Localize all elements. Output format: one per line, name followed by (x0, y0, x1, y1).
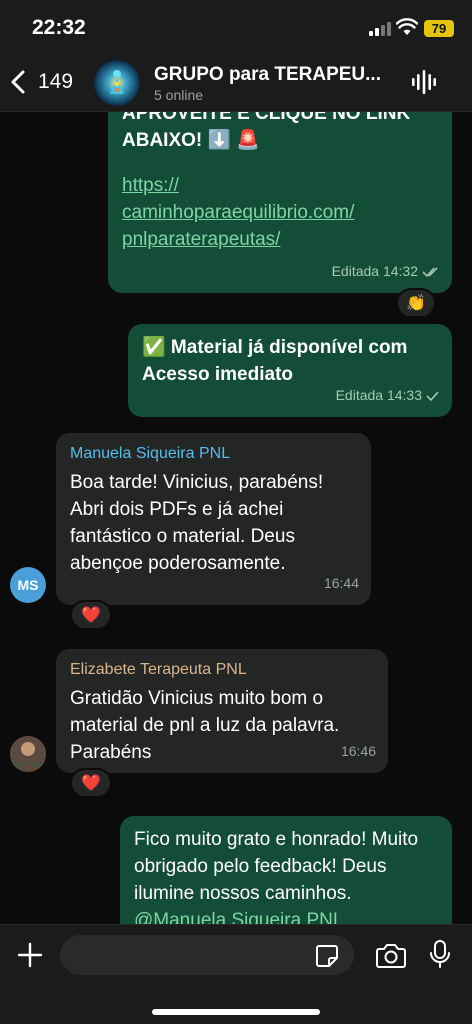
audio-call-icon[interactable] (410, 68, 438, 96)
message-input[interactable] (60, 935, 354, 975)
message-link[interactable]: caminhoparaequilibrio.com/ (122, 199, 438, 226)
message-time: 16:44 (323, 575, 359, 591)
sender-name[interactable]: Manuela Siqueira PNL (70, 443, 357, 465)
message-text: ✅ Material já disponível com Acesso imed… (142, 337, 408, 385)
home-indicator (152, 1009, 320, 1015)
message-bubble[interactable]: Elizabete Terapeuta PNL Gratidão Viniciu… (56, 649, 388, 773)
sender-name[interactable]: Elizabete Terapeuta PNL (70, 659, 374, 681)
chevron-left-icon (11, 70, 25, 94)
avatar[interactable] (10, 736, 46, 772)
read-receipt-icon (422, 266, 438, 277)
reaction-badge[interactable]: 👏 (396, 288, 436, 318)
message-time: 16:46 (340, 743, 376, 759)
reaction-badge[interactable]: ❤️ (70, 768, 112, 798)
group-avatar[interactable] (94, 60, 140, 106)
wifi-icon (396, 18, 418, 35)
status-time: 22:32 (32, 16, 86, 39)
chat-area[interactable]: APROVEITE E CLIQUE NO LINK ABAIXO! ⬇️ 🚨 … (0, 112, 472, 924)
message-link[interactable]: pnlparaterapeutas/ (122, 226, 438, 253)
microphone-icon[interactable] (428, 939, 452, 969)
battery-indicator: 79 (424, 20, 454, 37)
reaction-badge[interactable]: ❤️ (70, 600, 112, 630)
message-bubble[interactable]: APROVEITE E CLIQUE NO LINK ABAIXO! ⬇️ 🚨 … (108, 112, 452, 293)
plus-icon[interactable] (16, 941, 44, 969)
unread-count: 149 (38, 70, 74, 93)
chat-title[interactable]: GRUPO para TERAPEU... (154, 64, 402, 86)
sent-check-icon (426, 390, 439, 401)
sticker-icon[interactable] (314, 943, 340, 969)
chat-header: 149 GRUPO para TERAPEU... 5 online (0, 54, 472, 112)
message-text: Gratidão Vinicius muito bom o material d… (70, 688, 340, 763)
message-bubble[interactable]: ✅ Material já disponível com Acesso imed… (128, 324, 452, 417)
message-composer (0, 924, 472, 1024)
message-meta: Editada 14:33 (336, 382, 440, 409)
status-bar: 22:32 79 (0, 0, 472, 54)
message-meta: Editada 14:32 (332, 258, 440, 285)
camera-icon[interactable] (375, 941, 407, 969)
message-text: Boa tarde! Vinicius, parabéns! Abri dois… (70, 472, 324, 574)
avatar[interactable]: MS (10, 567, 46, 603)
cellular-signal-icon (369, 22, 393, 36)
message-bubble[interactable]: Manuela Siqueira PNL Boa tarde! Vinicius… (56, 433, 371, 605)
online-status: 5 online (154, 87, 204, 103)
back-button[interactable]: 149 (8, 64, 73, 100)
message-bubble[interactable]: Fico muito grato e honrado! Muito obriga… (120, 816, 452, 924)
message-link[interactable]: https:// (122, 172, 438, 199)
message-text: ABAIXO! ⬇️ 🚨 (122, 130, 261, 151)
message-text: APROVEITE E CLIQUE NO LINK (122, 112, 411, 124)
mention-link[interactable]: @Manuela Siqueira PNL (134, 907, 438, 924)
message-text: Fico muito grato e honrado! Muito obriga… (134, 829, 419, 904)
